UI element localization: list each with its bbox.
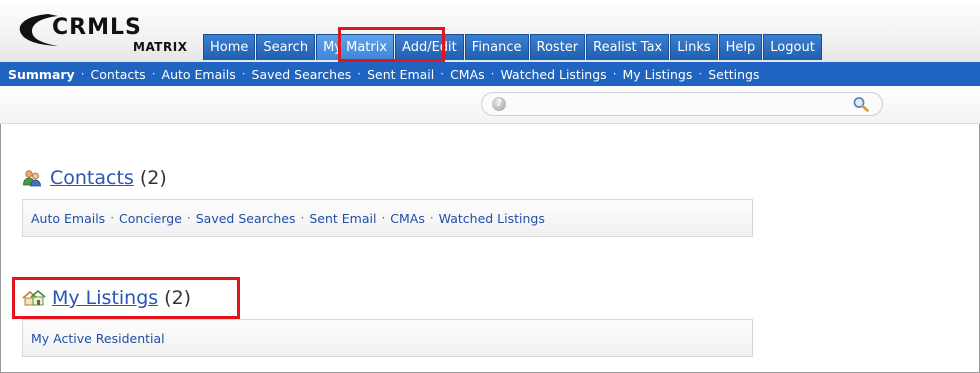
houses-icon (22, 289, 46, 306)
link-separator: · (110, 211, 115, 225)
tab-add-edit[interactable]: Add/Edit (395, 34, 464, 60)
contacts-link-watched-listings[interactable]: Watched Listings (439, 211, 545, 226)
my-listings-count: (2) (164, 287, 192, 309)
subnav-separator: · (80, 67, 85, 81)
subnav-separator: · (440, 67, 445, 81)
tab-logout[interactable]: Logout (763, 34, 822, 60)
my-listings-link-active-residential[interactable]: My Active Residential (31, 331, 165, 346)
subnav-separator: · (241, 67, 246, 81)
contacts-icon (23, 170, 41, 187)
logo-subtext: MATRIX (133, 40, 188, 54)
subnav-auto-emails[interactable]: Auto Emails (162, 67, 236, 82)
subnav-separator: · (357, 67, 362, 81)
crmls-logo[interactable]: CRMLS MATRIX (18, 10, 188, 54)
subnav-separator: · (151, 67, 156, 81)
subnav-sent-email[interactable]: Sent Email (367, 67, 434, 82)
help-icon[interactable]: ? (492, 97, 506, 111)
search-input[interactable] (512, 95, 842, 113)
main-tabs: Home Search My Matrix Add/Edit Finance R… (203, 34, 823, 60)
tab-help[interactable]: Help (718, 34, 763, 60)
tab-home[interactable]: Home (203, 34, 256, 60)
tab-links[interactable]: Links (670, 34, 718, 60)
magnifier-icon[interactable] (852, 96, 870, 112)
search-strip: ? (0, 86, 980, 124)
link-separator: · (300, 211, 305, 225)
tab-search[interactable]: Search (256, 34, 316, 60)
subnav-contacts[interactable]: Contacts (91, 67, 146, 82)
contacts-panel: Auto Emails · Concierge · Saved Searches… (22, 199, 753, 237)
link-separator: · (429, 211, 434, 225)
speedbar-search[interactable]: ? (481, 92, 883, 116)
tab-finance[interactable]: Finance (464, 34, 529, 60)
tab-my-matrix[interactable]: My Matrix (316, 34, 395, 60)
subnav-separator: · (698, 67, 703, 81)
sub-nav: Summary · Contacts · Auto Emails · Saved… (0, 62, 980, 86)
subnav-saved-searches[interactable]: Saved Searches (252, 67, 352, 82)
contacts-link-concierge[interactable]: Concierge (119, 211, 182, 226)
my-listings-link[interactable]: My Listings (52, 287, 158, 309)
contacts-count: (2) (139, 167, 167, 189)
subnav-separator: · (490, 67, 495, 81)
header: CRMLS MATRIX Home Search My Matrix Add/E… (0, 0, 980, 62)
subnav-my-listings[interactable]: My Listings (623, 67, 693, 82)
contacts-link-cmas[interactable]: CMAs (390, 211, 425, 226)
contacts-link-auto-emails[interactable]: Auto Emails (31, 211, 105, 226)
subnav-watched-listings[interactable]: Watched Listings (500, 67, 606, 82)
contacts-heading: Contacts (2) (22, 167, 167, 189)
subnav-summary[interactable]: Summary (8, 67, 75, 82)
contacts-link-sent-email[interactable]: Sent Email (309, 211, 376, 226)
my-listings-panel: My Active Residential (22, 319, 753, 357)
link-separator: · (381, 211, 386, 225)
subnav-settings[interactable]: Settings (708, 67, 759, 82)
tab-realist-tax[interactable]: Realist Tax (586, 34, 670, 60)
contacts-link-saved-searches[interactable]: Saved Searches (196, 211, 296, 226)
link-separator: · (186, 211, 191, 225)
subnav-cmas[interactable]: CMAs (450, 67, 485, 82)
subnav-separator: · (612, 67, 617, 81)
logo-text: CRMLS (52, 15, 142, 40)
tab-roster[interactable]: Roster (529, 34, 586, 60)
contacts-link[interactable]: Contacts (50, 167, 134, 189)
my-listings-heading: My Listings (2) (22, 287, 191, 309)
